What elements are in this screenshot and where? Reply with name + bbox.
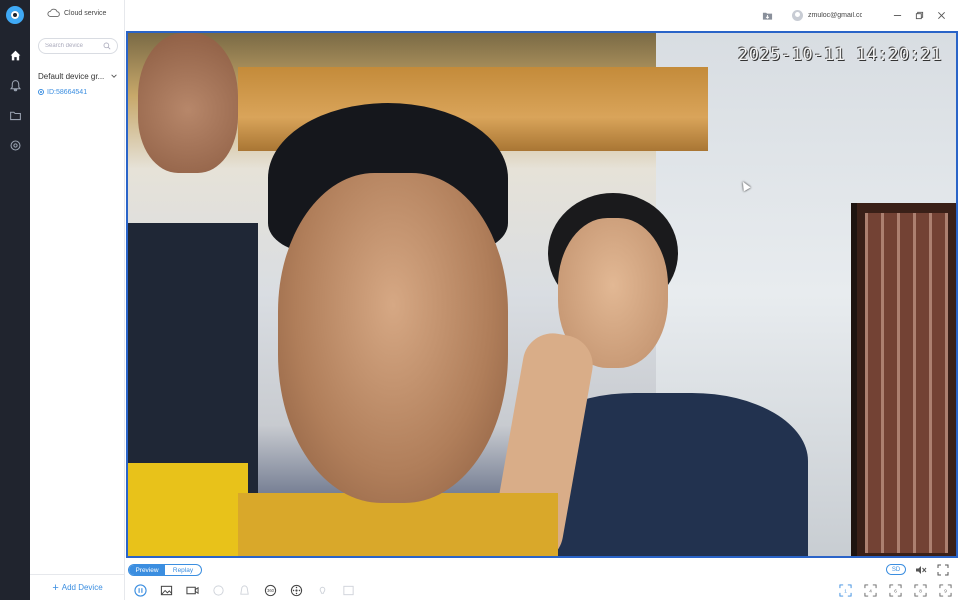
panorama-360-icon: 360: [264, 584, 276, 596]
add-device-button[interactable]: + Add Device: [30, 574, 125, 600]
layout-icon: 8: [913, 583, 927, 597]
video-person-center: [238, 103, 558, 556]
layout-icon: 1: [838, 583, 852, 597]
cloud-service-label: Cloud service: [64, 9, 107, 17]
tab-replay[interactable]: Replay: [165, 565, 201, 575]
device-status-icon: [38, 89, 44, 95]
folder-download-icon[interactable]: [760, 8, 774, 22]
light-button[interactable]: [309, 582, 335, 598]
folder-icon[interactable]: [0, 104, 30, 126]
panorama-button[interactable]: 360: [257, 582, 283, 598]
alarm-button[interactable]: [231, 582, 257, 598]
top-bar: Cloud service zmuloc@gmail.co: [47, 0, 960, 30]
image-icon: [160, 585, 172, 595]
device-sidebar: Default device gr... ID:58664541 + Add D…: [30, 0, 125, 600]
user-email[interactable]: zmuloc@gmail.co: [808, 12, 862, 19]
siren-icon: [239, 584, 249, 595]
search-icon[interactable]: [103, 42, 111, 50]
layout-buttons: 1 4 6 8 9 16: [838, 583, 960, 597]
svg-text:6: 6: [894, 588, 897, 593]
mute-button[interactable]: [914, 563, 928, 577]
gallery-button[interactable]: [335, 582, 361, 598]
device-id-label: ID:58664541: [47, 88, 88, 96]
layout-icon: 6: [888, 583, 902, 597]
video-person-right: [488, 193, 808, 556]
svg-text:8: 8: [919, 588, 922, 593]
nav-rail: [0, 0, 30, 600]
tab-preview[interactable]: Preview: [129, 565, 165, 575]
ptz-icon: [290, 584, 302, 596]
layout-icon: 4: [863, 583, 877, 597]
view-mode-tabs: Preview Replay: [128, 564, 202, 576]
svg-text:1: 1: [844, 588, 847, 593]
cloud-icon: [47, 8, 60, 17]
add-device-label: Add Device: [61, 583, 103, 592]
playback-controls: Preview Replay 360 SD 1 4 6 8 9: [126, 560, 960, 600]
quality-toggle[interactable]: SD: [886, 564, 906, 575]
restore-button[interactable]: [908, 8, 930, 22]
close-button[interactable]: [930, 8, 952, 22]
home-icon[interactable]: [0, 44, 30, 66]
speaker-mute-icon: [916, 566, 927, 574]
talk-button[interactable]: [205, 582, 231, 598]
layout-9-button[interactable]: 9: [938, 583, 952, 597]
left-controls: 360: [127, 582, 361, 598]
search-box[interactable]: [38, 38, 118, 54]
svg-text:360: 360: [267, 588, 275, 593]
layout-8-button[interactable]: 8: [913, 583, 927, 597]
live-video-view[interactable]: 2025-10-11 14:20:21: [126, 31, 958, 558]
svg-text:4: 4: [869, 588, 872, 593]
top-bar-right: zmuloc@gmail.co: [760, 8, 952, 22]
app-logo: [6, 6, 24, 24]
view-options: [914, 563, 950, 577]
search-input[interactable]: [45, 43, 101, 49]
light-bulb-icon: [319, 586, 325, 594]
layout-4-button[interactable]: 4: [863, 583, 877, 597]
app-window: Default device gr... ID:58664541 + Add D…: [0, 0, 960, 600]
plus-icon: +: [52, 581, 59, 594]
device-item[interactable]: ID:58664541: [38, 87, 87, 97]
layout-icon: 9: [938, 583, 952, 597]
svg-text:9: 9: [944, 588, 947, 593]
layout-6-button[interactable]: 6: [888, 583, 902, 597]
device-group-header[interactable]: Default device gr...: [38, 70, 120, 82]
settings-icon[interactable]: [0, 134, 30, 156]
fullscreen-button[interactable]: [936, 563, 950, 577]
video-scene-window: [851, 203, 956, 556]
microphone-icon: [212, 584, 224, 596]
cloud-service-button[interactable]: Cloud service: [47, 8, 106, 18]
video-timestamp: 2025-10-11 14:20:21: [738, 45, 942, 65]
chevron-down-icon[interactable]: [110, 72, 118, 80]
record-button[interactable]: [179, 582, 205, 598]
pause-icon: [133, 583, 147, 597]
video-camera-icon: [185, 586, 199, 594]
layout-1-button[interactable]: 1: [838, 583, 852, 597]
gallery-icon: [342, 585, 354, 595]
minimize-button[interactable]: [886, 8, 908, 22]
ptz-button[interactable]: [283, 582, 309, 598]
avatar[interactable]: [792, 9, 803, 21]
fullscreen-icon: [937, 564, 949, 576]
pause-button[interactable]: [127, 582, 153, 598]
device-group-label: Default device gr...: [38, 71, 105, 81]
snapshot-button[interactable]: [153, 582, 179, 598]
bell-icon[interactable]: [0, 74, 30, 96]
